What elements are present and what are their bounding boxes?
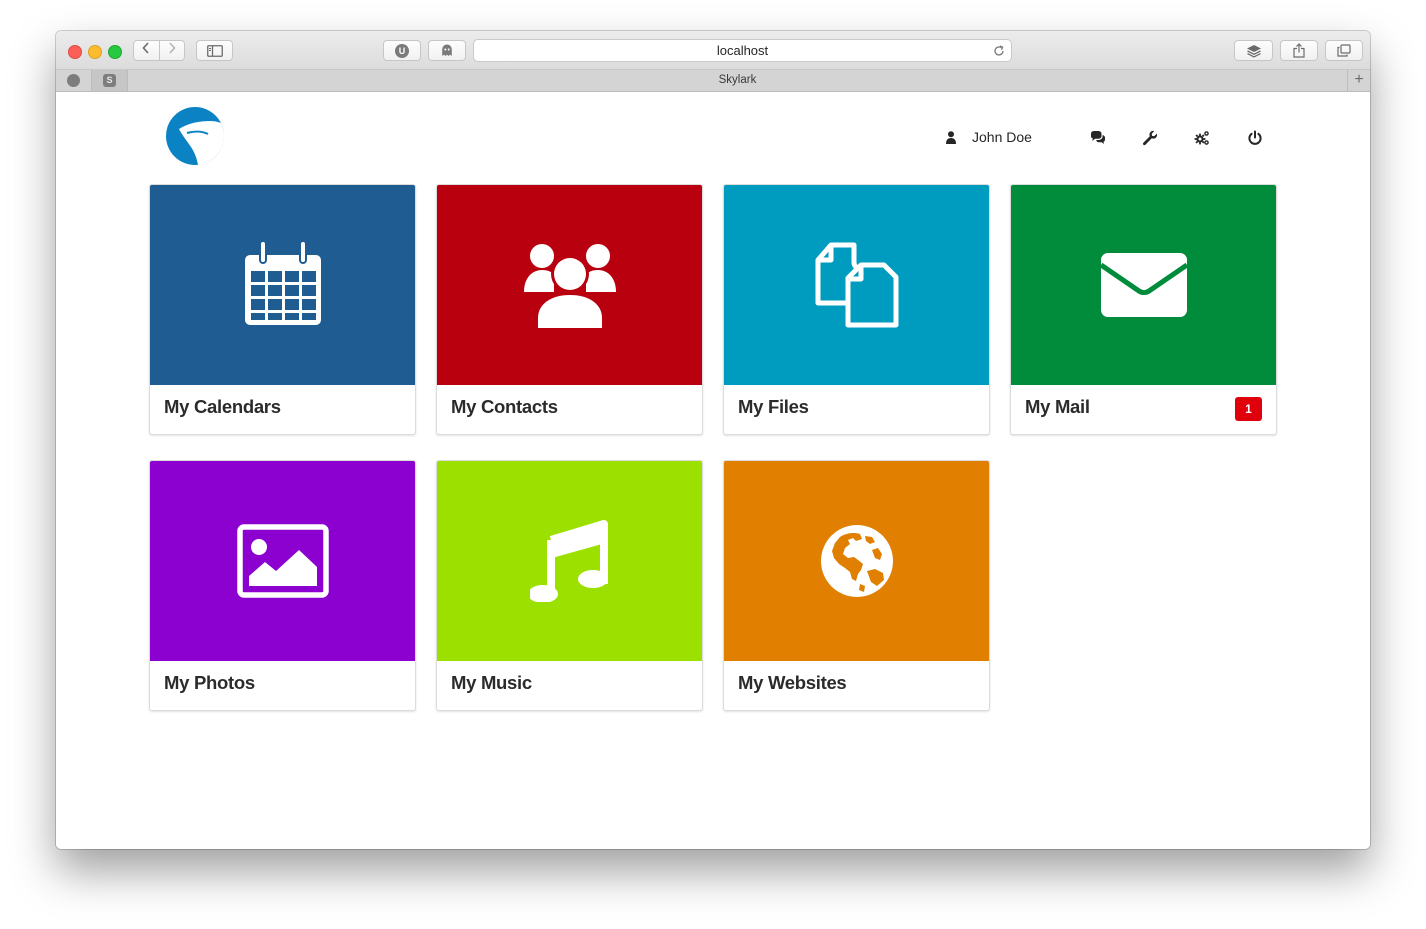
users-icon	[523, 244, 616, 328]
tabs-overview-icon	[1337, 44, 1351, 57]
tab-bar: S Skylark +	[56, 70, 1370, 92]
sidebar-button[interactable]	[196, 40, 233, 61]
tile-label: My Music	[451, 672, 532, 693]
layers-icon	[1246, 44, 1261, 58]
extension-button-ublock[interactable]: U	[383, 40, 421, 61]
back-button[interactable]	[134, 41, 159, 60]
pinned-tab-github[interactable]	[56, 70, 92, 91]
reload-icon[interactable]	[993, 40, 1005, 63]
chat-icon[interactable]	[1090, 130, 1106, 146]
tile-my-files[interactable]: My Files	[723, 184, 990, 435]
plus-icon: +	[1354, 71, 1364, 88]
show-tabs-button[interactable]	[1325, 40, 1363, 61]
tab-title-text: Skylark	[718, 74, 757, 86]
tile-face-photos	[150, 461, 415, 661]
picture-icon	[236, 524, 329, 598]
tile-face-files	[724, 185, 989, 385]
tile-my-music[interactable]: My Music	[436, 460, 703, 711]
chevron-right-icon	[169, 42, 176, 54]
gears-icon[interactable]	[1194, 130, 1210, 146]
tile-label: My Files	[738, 396, 809, 417]
url-text: localhost	[716, 43, 769, 58]
tile-label: My Mail	[1025, 396, 1090, 417]
tile-my-photos[interactable]: My Photos	[149, 460, 416, 711]
new-tab-button[interactable]: +	[1348, 70, 1370, 91]
envelope-icon	[1100, 253, 1187, 317]
close-window-button[interactable]	[68, 45, 82, 59]
tile-label: My Websites	[738, 672, 847, 693]
tile-my-contacts[interactable]: My Contacts	[436, 184, 703, 435]
globe-icon	[820, 525, 893, 597]
extension-button-ghostery[interactable]	[428, 40, 466, 61]
files-icon	[815, 242, 898, 328]
sidebar-icon	[206, 44, 223, 57]
layers-button[interactable]	[1234, 40, 1273, 61]
ublock-icon: U	[395, 43, 409, 58]
tile-face-music	[437, 461, 702, 661]
forward-button[interactable]	[158, 41, 185, 60]
unread-badge: 1	[1235, 397, 1262, 421]
tile-label: My Photos	[164, 672, 255, 693]
music-note-icon	[529, 520, 608, 602]
tile-label: My Calendars	[164, 396, 281, 417]
share-button[interactable]	[1280, 40, 1318, 61]
browser-window: U localhost S Skylark + John Doe My Cale…	[56, 31, 1370, 849]
github-icon	[67, 74, 80, 87]
tile-face-mail	[1011, 185, 1276, 385]
power-icon[interactable]	[1247, 130, 1263, 146]
pinned-tab-skylark[interactable]: S	[92, 70, 128, 91]
calendar-icon	[244, 242, 321, 325]
share-icon	[1293, 43, 1305, 58]
history-nav	[133, 40, 185, 61]
zoom-window-button[interactable]	[108, 45, 122, 59]
tile-face-websites	[724, 461, 989, 661]
tile-face-contacts	[437, 185, 702, 385]
tab-skylark[interactable]: Skylark	[128, 70, 1348, 91]
user-name: John Doe	[972, 129, 1032, 145]
tile-label: My Contacts	[451, 396, 558, 417]
browser-toolbar: U localhost	[56, 31, 1370, 70]
minimize-window-button[interactable]	[88, 45, 102, 59]
user-icon	[946, 130, 956, 144]
page-content: John Doe My Calendars My Contacts My Fil…	[56, 92, 1370, 849]
address-bar[interactable]: localhost	[473, 39, 1012, 62]
tile-my-websites[interactable]: My Websites	[723, 460, 990, 711]
tile-my-mail[interactable]: My Mail 1	[1010, 184, 1277, 435]
tile-my-calendars[interactable]: My Calendars	[149, 184, 416, 435]
tile-face-calendars	[150, 185, 415, 385]
user-menu[interactable]: John Doe	[946, 128, 1032, 146]
chevron-left-icon	[142, 42, 149, 54]
ghostery-icon	[442, 44, 452, 56]
skylark-s-icon: S	[103, 74, 116, 87]
wrench-icon[interactable]	[1142, 130, 1158, 146]
skylark-logo[interactable]	[166, 107, 224, 165]
